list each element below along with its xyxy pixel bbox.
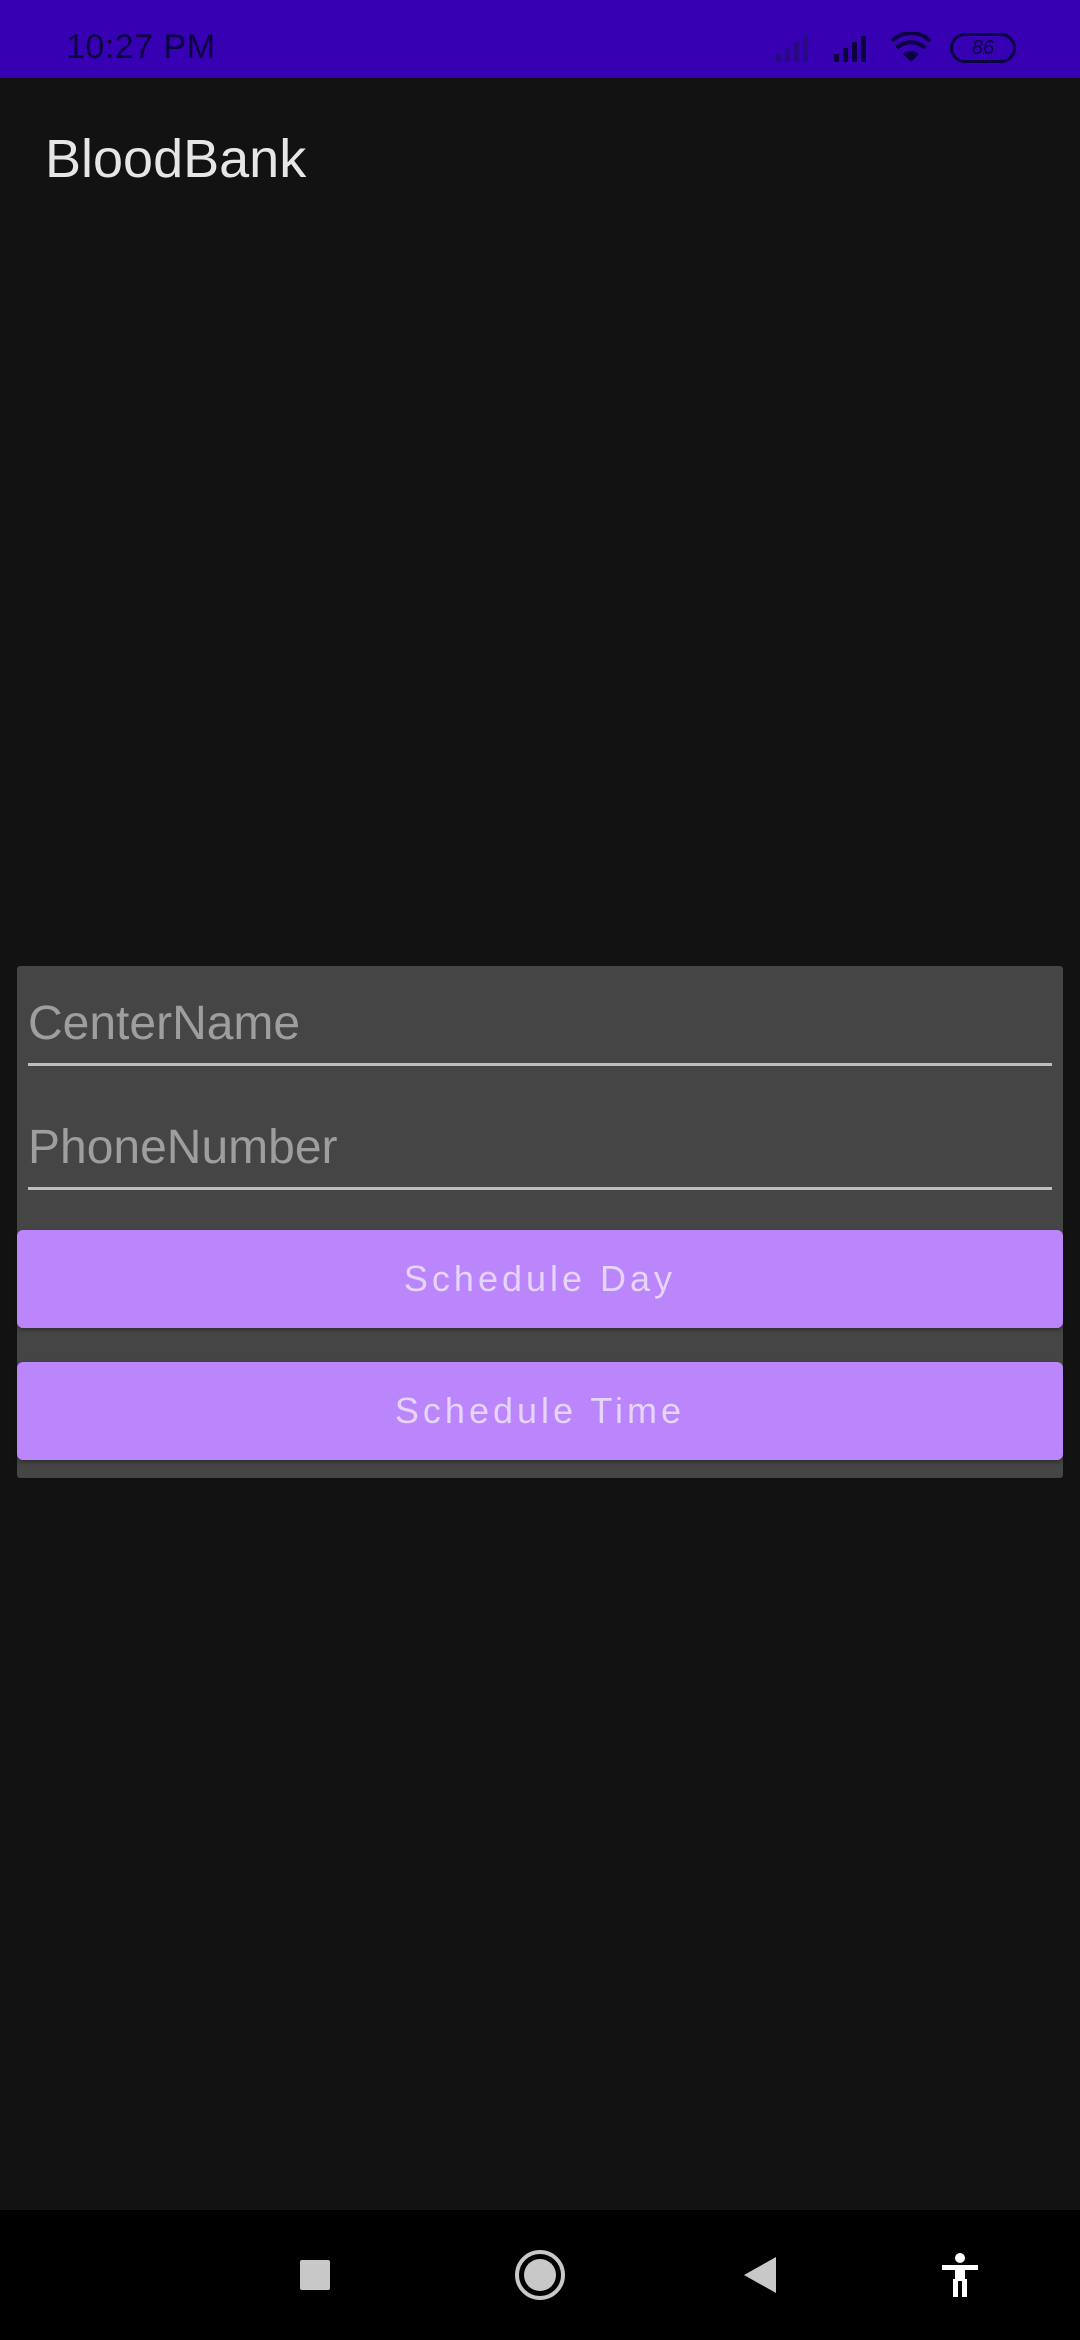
schedule-day-button[interactable]: Schedule Day: [17, 1230, 1063, 1328]
status-icons: 86: [774, 28, 1016, 68]
phone-number-field-wrapper: [28, 1090, 1052, 1190]
home-circle-icon[interactable]: [505, 2240, 575, 2310]
navigation-bar: [0, 2210, 1080, 2340]
phone-number-input[interactable]: [28, 1090, 1052, 1190]
battery-icon: 86: [950, 33, 1016, 63]
status-time: 10:27 PM: [66, 28, 216, 66]
recents-square-icon[interactable]: [280, 2240, 350, 2310]
form-card: Schedule Day Schedule Time: [17, 966, 1063, 1478]
wifi-icon: [890, 32, 932, 64]
page-title: BloodBank: [45, 129, 307, 189]
center-name-input[interactable]: [28, 966, 1052, 1066]
signal-weak-icon: [774, 32, 814, 64]
center-name-field-wrapper: [28, 966, 1052, 1066]
accessibility-icon[interactable]: [925, 2240, 995, 2310]
back-triangle-icon[interactable]: [725, 2240, 795, 2310]
schedule-time-button[interactable]: Schedule Time: [17, 1362, 1063, 1460]
signal-icon: [832, 32, 872, 64]
status-bar: 10:27 PM 86: [0, 0, 1080, 78]
